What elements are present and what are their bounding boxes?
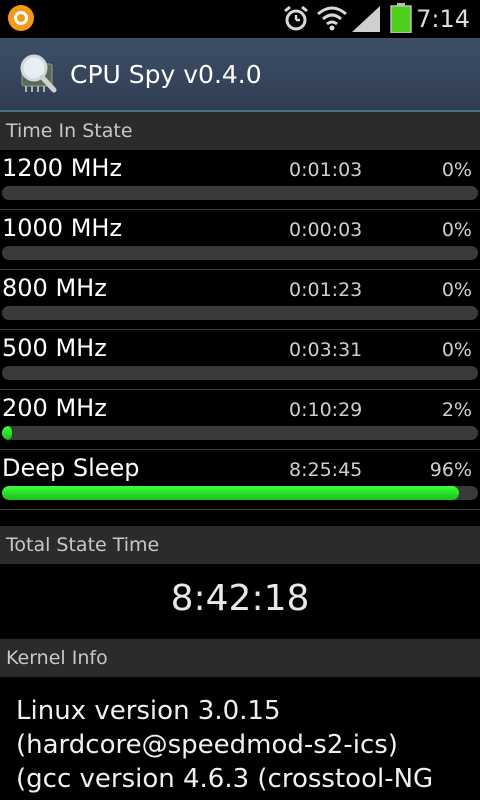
state-time: 0:01:23 [289, 279, 363, 301]
section-header-total-state-time: Total State Time [0, 526, 480, 564]
state-progress-fill [2, 426, 12, 440]
app-title: CPU Spy v0.4.0 [70, 60, 262, 89]
state-name: 200 MHz [2, 394, 107, 422]
state-row: Deep Sleep 8:25:45 96% [0, 450, 480, 510]
state-percent: 0% [441, 159, 472, 181]
section-header-kernel-info: Kernel Info [0, 639, 480, 677]
state-progress-bar [2, 486, 478, 500]
state-time: 0:00:03 [289, 219, 363, 241]
clock: 7:14 [416, 5, 470, 33]
status-bar: 7:14 [0, 0, 480, 38]
state-progress-bar [2, 366, 478, 380]
state-row: 200 MHz 0:10:29 2% [0, 390, 480, 450]
kernel-line: (gcc version 4.6.3 (crosstool-NG [16, 764, 434, 794]
state-percent: 96% [429, 459, 472, 481]
kernel-info-text: Linux version 3.0.15 (hardcore@speedmod-… [16, 694, 476, 796]
state-name: 1000 MHz [2, 214, 123, 242]
state-time: 8:25:45 [289, 459, 363, 481]
state-time: 0:01:03 [289, 159, 363, 181]
state-progress-bar [2, 186, 478, 200]
total-state-time-value: 8:42:18 [170, 578, 310, 619]
state-name: 500 MHz [2, 334, 107, 362]
state-time: 0:03:31 [289, 339, 363, 361]
state-name: 1200 MHz [2, 154, 123, 182]
state-row: 1000 MHz 0:00:03 0% [0, 210, 480, 270]
state-progress-bar [2, 426, 478, 440]
state-percent: 0% [441, 339, 472, 361]
state-progress-bar [2, 246, 478, 260]
state-row: 500 MHz 0:03:31 0% [0, 330, 480, 390]
state-list: 1200 MHz 0:01:03 0% 1000 MHz 0:00:03 0% … [0, 150, 480, 510]
state-name: 800 MHz [2, 274, 107, 302]
alarm-icon [284, 5, 308, 31]
magnifier-chip-icon [20, 54, 57, 93]
state-percent: 0% [441, 279, 472, 301]
state-percent: 0% [441, 219, 472, 241]
state-row: 800 MHz 0:01:23 0% [0, 270, 480, 330]
action-bar: CPU Spy v0.4.0 [0, 38, 480, 112]
battery-icon [390, 3, 412, 33]
state-row: 1200 MHz 0:01:03 0% [0, 150, 480, 210]
wifi-icon [317, 6, 347, 31]
kernel-line: Linux version 3.0.15 [16, 696, 281, 726]
signal-icon [352, 6, 380, 32]
state-percent: 2% [441, 399, 472, 421]
state-progress-bar [2, 306, 478, 320]
section-header-time-in-state: Time In State [0, 112, 480, 150]
state-time: 0:10:29 [289, 399, 363, 421]
state-progress-fill [2, 486, 459, 500]
state-name: Deep Sleep [2, 454, 140, 482]
app-notification-icon[interactable] [8, 5, 34, 31]
kernel-line: (hardcore@speedmod-s2-ics) [16, 730, 398, 760]
